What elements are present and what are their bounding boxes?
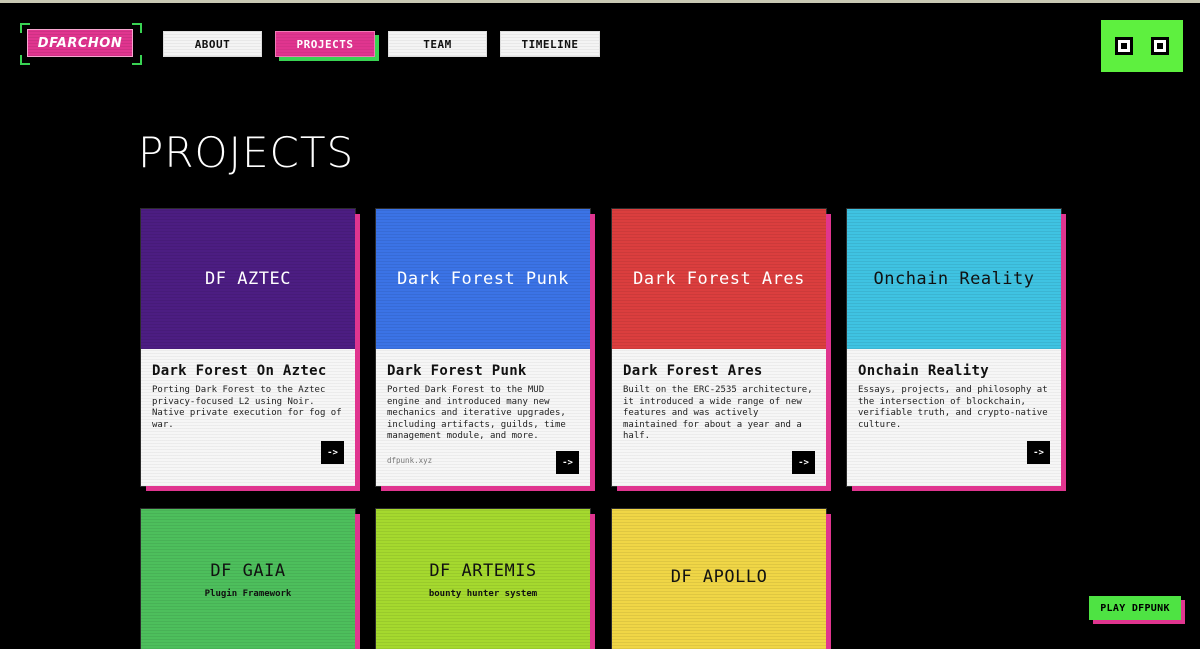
project-card-onchain-reality[interactable]: Onchain Reality Onchain Reality Essays, … — [847, 209, 1061, 486]
card-body: Dark Forest Ares Built on the ERC-2535 a… — [612, 349, 826, 486]
card-banner-subtitle: Plugin Framework — [204, 589, 292, 599]
card-banner-title: DF AZTEC — [205, 269, 291, 289]
card-banner: DF GAIA Plugin Framework — [141, 509, 355, 649]
logo-container[interactable]: DFARCHON — [20, 23, 142, 65]
project-card-df-artemis[interactable]: DF ARTEMIS bounty hunter system — [376, 509, 590, 649]
card-link[interactable]: dfpunk.xyz — [387, 456, 432, 465]
corner-bracket-icon — [132, 55, 142, 65]
card-description: Ported Dark Forest to the MUD engine and… — [387, 385, 566, 441]
card-banner-title: DF GAIA — [210, 561, 286, 581]
project-card-df-apollo[interactable]: DF APOLLO — [612, 509, 826, 649]
corner-bracket-icon — [132, 23, 142, 33]
project-card-dark-forest-punk[interactable]: Dark Forest Punk Dark Forest Punk Ported… — [376, 209, 590, 486]
arrow-right-icon[interactable]: -> — [792, 451, 815, 474]
card-body: Dark Forest Punk Ported Dark Forest to t… — [376, 349, 590, 486]
page-title: PROJECTS — [138, 128, 355, 177]
card-description: Essays, projects, and philosophy at the … — [858, 385, 1048, 430]
arrow-right-icon[interactable]: -> — [1027, 441, 1050, 464]
project-card-df-aztec[interactable]: DF AZTEC Dark Forest On Aztec Porting Da… — [141, 209, 355, 486]
card-body: Dark Forest On Aztec Porting Dark Forest… — [141, 349, 355, 486]
nav-about-button[interactable]: ABOUT — [163, 31, 262, 57]
card-banner-title: DF ARTEMIS — [429, 561, 537, 581]
card-title: Dark Forest On Aztec — [152, 363, 327, 379]
arrow-right-icon[interactable]: -> — [556, 451, 579, 474]
top-border — [0, 0, 1200, 3]
card-body: Onchain Reality Essays, projects, and ph… — [847, 349, 1061, 486]
window-toggle-button[interactable] — [1101, 20, 1183, 72]
project-card-df-gaia[interactable]: DF GAIA Plugin Framework — [141, 509, 355, 649]
nav-team-button[interactable]: TEAM — [388, 31, 487, 57]
card-title: Dark Forest Punk — [387, 363, 527, 379]
card-banner: Onchain Reality — [847, 209, 1061, 349]
card-description: Built on the ERC-2535 architecture, it i… — [623, 385, 813, 441]
card-banner-title: Onchain Reality — [873, 269, 1035, 289]
card-banner-title: Dark Forest Punk — [397, 269, 569, 289]
card-title: Dark Forest Ares — [623, 363, 763, 379]
nav-projects-button[interactable]: PROJECTS — [275, 31, 375, 57]
project-card-dark-forest-ares[interactable]: Dark Forest Ares Dark Forest Ares Built … — [612, 209, 826, 486]
card-banner-subtitle: bounty hunter system — [428, 589, 538, 599]
card-banner-title: DF APOLLO — [670, 567, 768, 587]
card-banner: DF AZTEC — [141, 209, 355, 349]
arrow-right-icon[interactable]: -> — [321, 441, 344, 464]
card-description: Porting Dark Forest to the Aztec privacy… — [152, 385, 342, 430]
card-banner: DF ARTEMIS bounty hunter system — [376, 509, 590, 649]
play-dfpunk-button[interactable]: PLAY DFPUNK — [1089, 596, 1181, 620]
nav-timeline-button[interactable]: TIMELINE — [500, 31, 600, 57]
card-banner: Dark Forest Punk — [376, 209, 590, 349]
logo[interactable]: DFARCHON — [27, 29, 133, 57]
window-toggle-icon — [1115, 37, 1133, 55]
card-banner: Dark Forest Ares — [612, 209, 826, 349]
window-toggle-icon — [1151, 37, 1169, 55]
card-banner: DF APOLLO — [612, 509, 826, 649]
card-title: Onchain Reality — [858, 363, 989, 379]
card-banner-title: Dark Forest Ares — [633, 269, 805, 289]
